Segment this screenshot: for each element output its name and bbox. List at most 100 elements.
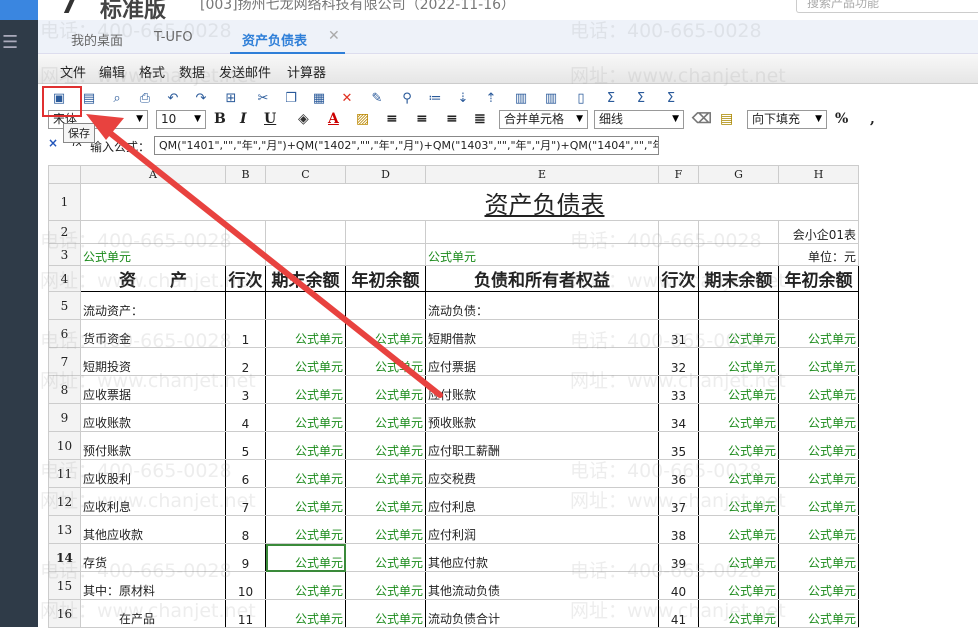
liability-line-number[interactable]: 36 [658, 459, 699, 488]
save-as-icon[interactable]: ▤ [80, 90, 98, 108]
liability-line-number[interactable]: 41 [658, 599, 699, 628]
document-icon[interactable]: ▯ [572, 90, 590, 108]
column-header[interactable]: E [425, 165, 659, 184]
redo-icon[interactable]: ↷ [192, 90, 210, 108]
tab-desktop[interactable]: 我的桌面 [71, 30, 123, 49]
asset-name-cell[interactable]: 其中：原材料 [80, 571, 226, 600]
liability-name-cell[interactable]: 应付职工薪酬 [425, 431, 659, 460]
wrap-text-icon[interactable]: ≣ [474, 110, 486, 129]
column-header[interactable]: A [80, 165, 226, 184]
liability-line-number[interactable]: 33 [658, 375, 699, 404]
select-all-corner[interactable] [48, 165, 81, 184]
opening-balance-cell[interactable]: 公式单元 [345, 515, 426, 544]
paste-special-icon[interactable]: ▥ [512, 90, 530, 108]
closing-balance-cell[interactable] [698, 291, 779, 320]
closing-balance-cell[interactable]: 公式单元 [698, 319, 779, 348]
asset-line-number[interactable]: 5 [225, 431, 266, 460]
opening-balance-cell[interactable]: 公式单元 [345, 487, 426, 516]
row-header[interactable]: 1 [48, 183, 81, 221]
menu-format[interactable]: 格式 [139, 62, 165, 81]
opening-balance-cell[interactable]: 公式单元 [345, 347, 426, 376]
bold-button[interactable]: B [214, 110, 226, 129]
align-right-icon[interactable]: ≡ [446, 110, 458, 129]
italic-button[interactable]: I [240, 110, 247, 129]
liability-name-cell[interactable]: 应付账款 [425, 375, 659, 404]
font-size-select[interactable]: 10 [156, 110, 206, 129]
sort-asc-icon[interactable]: ⇣ [454, 90, 472, 108]
closing-balance-cell[interactable]: 公式单元 [265, 571, 346, 600]
opening-balance-cell[interactable]: 公式单元 [778, 403, 859, 432]
column-header[interactable]: C [265, 165, 346, 184]
asset-name-cell[interactable]: 短期投资 [80, 347, 226, 376]
liability-line-number[interactable]: 37 [658, 487, 699, 516]
asset-line-number[interactable]: 1 [225, 319, 266, 348]
asset-name-cell[interactable]: 应收利息 [80, 487, 226, 516]
row-header[interactable]: 9 [48, 403, 81, 432]
liability-line-number[interactable]: 31 [658, 319, 699, 348]
liability-name-cell[interactable]: 预收账款 [425, 403, 659, 432]
menu-file[interactable]: 文件 [60, 62, 86, 81]
selected-cell[interactable]: 公式单元 [265, 543, 346, 572]
percent-button[interactable]: % [835, 110, 848, 129]
row-header[interactable]: 14 [48, 543, 81, 572]
opening-balance-cell[interactable]: 公式单元 [345, 571, 426, 600]
row-header[interactable]: 13 [48, 515, 81, 544]
liability-name-cell[interactable]: 短期借款 [425, 319, 659, 348]
merge-cells-select[interactable]: 合并单元格 [499, 110, 588, 129]
opening-balance-cell[interactable] [345, 291, 426, 320]
asset-name-cell[interactable]: 存货 [80, 543, 226, 572]
closing-balance-cell[interactable]: 公式单元 [698, 431, 779, 460]
copy-icon[interactable]: ❐ [282, 90, 300, 108]
liability-name-cell[interactable]: 其他应付款 [425, 543, 659, 572]
opening-balance-cell[interactable]: 公式单元 [778, 571, 859, 600]
find-icon[interactable]: ⚲ [398, 90, 416, 108]
font-color-icon[interactable]: A [328, 110, 339, 129]
liability-line-number[interactable]: 34 [658, 403, 699, 432]
opening-balance-cell[interactable]: 公式单元 [778, 347, 859, 376]
closing-balance-cell[interactable]: 公式单元 [698, 515, 779, 544]
row-header[interactable]: 6 [48, 319, 81, 348]
asset-line-number[interactable] [225, 291, 266, 320]
liability-line-number[interactable]: 35 [658, 431, 699, 460]
eraser-icon[interactable]: ⌫ [692, 110, 712, 129]
asset-line-number[interactable]: 6 [225, 459, 266, 488]
menu-edit[interactable]: 编辑 [99, 62, 125, 81]
select-all-icon[interactable]: ⊞ [222, 90, 240, 108]
closing-balance-cell[interactable]: 公式单元 [265, 599, 346, 628]
asset-name-cell[interactable]: 应收股利 [80, 459, 226, 488]
opening-balance-cell[interactable]: 公式单元 [778, 375, 859, 404]
sidebar-menu-icon[interactable]: ☰ [2, 32, 18, 53]
menu-send-mail[interactable]: 发送邮件 [219, 62, 271, 81]
closing-balance-cell[interactable]: 公式单元 [265, 403, 346, 432]
asset-line-number[interactable]: 4 [225, 403, 266, 432]
liability-name-cell[interactable]: 流动负债： [425, 291, 659, 320]
opening-balance-cell[interactable]: 公式单元 [345, 459, 426, 488]
column-header[interactable]: F [658, 165, 699, 184]
opening-balance-cell[interactable]: 公式单元 [345, 319, 426, 348]
row-header[interactable]: 8 [48, 375, 81, 404]
row-header[interactable]: 7 [48, 347, 81, 376]
sum-col-icon[interactable]: Σ [662, 90, 680, 108]
row-header[interactable]: 3 [48, 243, 81, 266]
closing-balance-cell[interactable]: 公式单元 [698, 599, 779, 628]
opening-balance-cell[interactable]: 公式单元 [778, 459, 859, 488]
opening-balance-cell[interactable]: 公式单元 [778, 431, 859, 460]
asset-line-number[interactable]: 9 [225, 543, 266, 572]
sum-icon[interactable]: Σ [602, 90, 620, 108]
liability-name-cell[interactable]: 应付利润 [425, 515, 659, 544]
closing-balance-cell[interactable]: 公式单元 [698, 403, 779, 432]
undo-icon[interactable]: ↶ [164, 90, 182, 108]
opening-balance-cell[interactable]: 公式单元 [345, 403, 426, 432]
liability-line-number[interactable]: 38 [658, 515, 699, 544]
opening-balance-cell[interactable]: 公式单元 [778, 487, 859, 516]
liability-line-number[interactable]: 39 [658, 543, 699, 572]
fill-down-select[interactable]: 向下填充 [747, 110, 827, 129]
opening-balance-cell[interactable]: 公式单元 [778, 543, 859, 572]
sort-desc-icon[interactable]: ⇡ [482, 90, 500, 108]
paste-values-icon[interactable]: ▥ [542, 90, 560, 108]
liability-name-cell[interactable]: 应付票据 [425, 347, 659, 376]
closing-balance-cell[interactable]: 公式单元 [265, 515, 346, 544]
liability-line-number[interactable] [658, 291, 699, 320]
opening-balance-cell[interactable]: 公式单元 [778, 515, 859, 544]
opening-balance-cell[interactable]: 公式单元 [778, 599, 859, 628]
